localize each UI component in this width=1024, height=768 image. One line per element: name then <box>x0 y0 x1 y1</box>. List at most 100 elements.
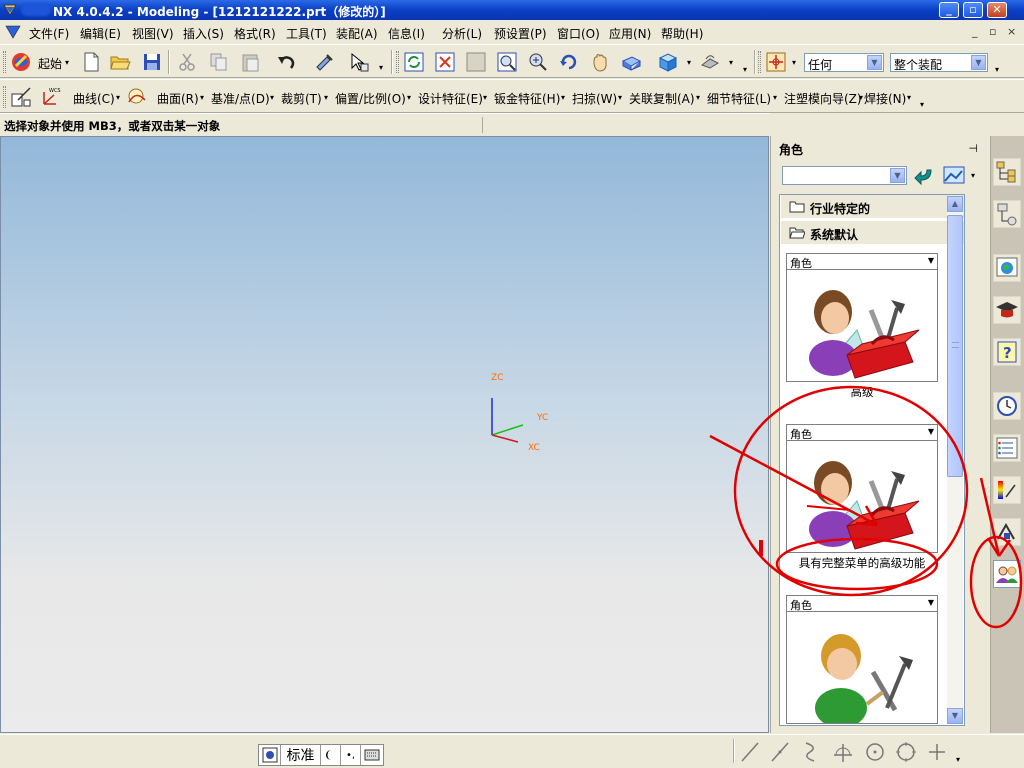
chevron-down-icon[interactable]: ▼ <box>928 427 934 436</box>
line-icon[interactable] <box>740 741 760 763</box>
zoom-in-out-icon[interactable] <box>527 51 549 73</box>
doc-restore-button[interactable]: ▫ <box>989 25 996 38</box>
associative-copy-menu[interactable]: 关联复制(A) <box>629 90 695 107</box>
punctuation-icon[interactable]: •, <box>341 745 361 765</box>
toolbar-options-icon[interactable]: ▾ <box>920 100 924 109</box>
chevron-down-icon[interactable]: ▼ <box>928 598 934 607</box>
mold-wizard-menu[interactable]: 注塑模向导(Z) <box>784 90 862 107</box>
chevron-down-icon[interactable]: ▾ <box>483 93 487 102</box>
selection-icon[interactable] <box>348 51 370 73</box>
toolbar-grip[interactable] <box>758 51 761 73</box>
menu-application[interactable]: 应用(N) <box>609 25 651 42</box>
detail-feature-menu[interactable]: 细节特征(L) <box>707 90 771 107</box>
help-tab[interactable]: ? <box>993 338 1021 366</box>
menu-analysis[interactable]: 分析(L) <box>442 25 482 42</box>
ime-mode-label[interactable]: 标准 <box>281 745 321 765</box>
roles-tab[interactable] <box>993 560 1021 588</box>
undo-icon[interactable] <box>275 51 297 73</box>
cut-icon[interactable] <box>176 51 198 73</box>
view-orient-icon[interactable] <box>620 51 642 73</box>
menu-information[interactable]: 信息(I) <box>388 25 425 42</box>
menu-edit[interactable]: 编辑(E) <box>80 25 121 42</box>
doc-minimize-button[interactable]: _ <box>972 25 978 38</box>
chevron-down-icon[interactable]: ▼ <box>890 168 905 183</box>
paste-icon[interactable] <box>239 51 261 73</box>
assembly-navigator-tab[interactable] <box>993 158 1021 186</box>
scrollbar-thumb[interactable] <box>947 215 963 477</box>
perpendicular-arc-icon[interactable] <box>832 741 854 763</box>
refresh-icon[interactable] <box>403 51 425 73</box>
folder-system-default[interactable]: 系统默认 <box>781 221 964 245</box>
chevron-down-icon[interactable]: ▾ <box>116 93 120 102</box>
part-navigator-tab[interactable] <box>993 200 1021 228</box>
visualization-tab[interactable] <box>993 476 1021 504</box>
surface-menu[interactable]: 曲面(R) <box>157 90 199 107</box>
snap-point-icon[interactable] <box>765 51 787 73</box>
arc-icon[interactable] <box>800 741 820 763</box>
start-label[interactable]: 起始 <box>38 55 62 72</box>
chevron-down-icon[interactable]: ▾ <box>907 93 911 102</box>
toolbar-grip[interactable] <box>3 86 6 108</box>
close-button[interactable]: ✕ <box>987 2 1007 18</box>
role-selector-combo[interactable]: ▼ <box>782 166 907 185</box>
chevron-down-icon[interactable]: ▼ <box>867 55 882 70</box>
render-style-dropdown-icon[interactable]: ▾ <box>687 58 691 67</box>
graphics-viewport[interactable]: ZC YC XC <box>0 136 769 733</box>
chevron-down-icon[interactable]: ▼ <box>928 256 934 265</box>
nx-app-icon[interactable] <box>3 3 17 17</box>
pin-icon[interactable]: ⊣ <box>968 142 978 155</box>
chevron-down-icon[interactable]: ▾ <box>859 93 863 102</box>
chevron-down-icon[interactable]: ▾ <box>696 93 700 102</box>
menu-window[interactable]: 窗口(O) <box>557 25 600 42</box>
sweep-menu[interactable]: 扫掠(W) <box>572 90 617 107</box>
circle-center-icon[interactable] <box>864 741 886 763</box>
curve-tool-icon[interactable] <box>126 86 148 108</box>
role-card-essentials[interactable]: 角色 ▼ <box>786 595 938 725</box>
sheet-metal-menu[interactable]: 钣金特征(H) <box>494 90 560 107</box>
start-dropdown-icon[interactable]: ▾ <box>65 58 69 67</box>
minimize-button[interactable]: _ <box>939 2 959 18</box>
datum-point-menu[interactable]: 基准/点(D) <box>211 90 270 107</box>
selection-scope-combo[interactable]: 整个装配 ▼ <box>890 53 988 72</box>
point-icon[interactable] <box>926 741 948 763</box>
weld-menu[interactable]: 焊接(N) <box>864 90 906 107</box>
background-icon[interactable] <box>699 51 721 73</box>
half-width-icon[interactable] <box>321 745 341 765</box>
toolbar-grip[interactable] <box>3 51 6 73</box>
copy-icon[interactable] <box>208 51 230 73</box>
chevron-down-icon[interactable]: ▾ <box>773 93 777 102</box>
scroll-down-icon[interactable]: ▼ <box>947 708 963 724</box>
zoom-icon[interactable] <box>496 51 518 73</box>
shaded-cube-icon[interactable] <box>657 51 679 73</box>
circle-quadrant-icon[interactable] <box>895 741 917 763</box>
back-arrow-icon[interactable] <box>913 166 935 186</box>
fit-icon[interactable] <box>434 51 456 73</box>
start-icon[interactable] <box>10 51 32 73</box>
menu-insert[interactable]: 插入(S) <box>183 25 224 42</box>
repeat-command-icon[interactable] <box>313 51 335 73</box>
chevron-down-icon[interactable]: ▾ <box>324 93 328 102</box>
roles-list-scrollbar[interactable]: ▲ ▼ <box>947 196 963 724</box>
training-tab[interactable] <box>993 296 1021 324</box>
role-card-advanced-full-menus[interactable]: 角色 ▼ 具有完整菜单的高级功能 <box>786 424 938 572</box>
menu-file[interactable]: 文件(F) <box>29 25 69 42</box>
zoom-window-icon[interactable] <box>465 51 487 73</box>
menu-format[interactable]: 格式(R) <box>234 25 276 42</box>
ime-toolbar[interactable]: 标准 •, <box>258 744 384 766</box>
curve-menu[interactable]: 曲线(C) <box>73 90 115 107</box>
chevron-down-icon[interactable]: ▾ <box>270 93 274 102</box>
type-filter-combo[interactable]: 任何 ▼ <box>804 53 884 72</box>
chevron-down-icon[interactable]: ▾ <box>407 93 411 102</box>
system-materials-tab[interactable] <box>993 434 1021 462</box>
menu-tools[interactable]: 工具(T) <box>286 25 327 42</box>
role-card-advanced[interactable]: 角色 ▼ 高级 <box>786 253 938 401</box>
soft-keyboard-icon[interactable] <box>361 745 383 765</box>
menu-preferences[interactable]: 预设置(P) <box>494 25 547 42</box>
maximize-button[interactable]: ▫ <box>963 2 983 18</box>
offset-scale-menu[interactable]: 偏置/比例(O) <box>335 90 406 107</box>
wcs-icon[interactable]: WCS <box>40 86 62 108</box>
toolbar-grip[interactable] <box>396 51 399 73</box>
ime-logo-icon[interactable] <box>259 745 281 765</box>
toolbar-options-icon[interactable]: ▾ <box>743 65 747 74</box>
chevron-down-icon[interactable]: ▼ <box>971 55 986 70</box>
